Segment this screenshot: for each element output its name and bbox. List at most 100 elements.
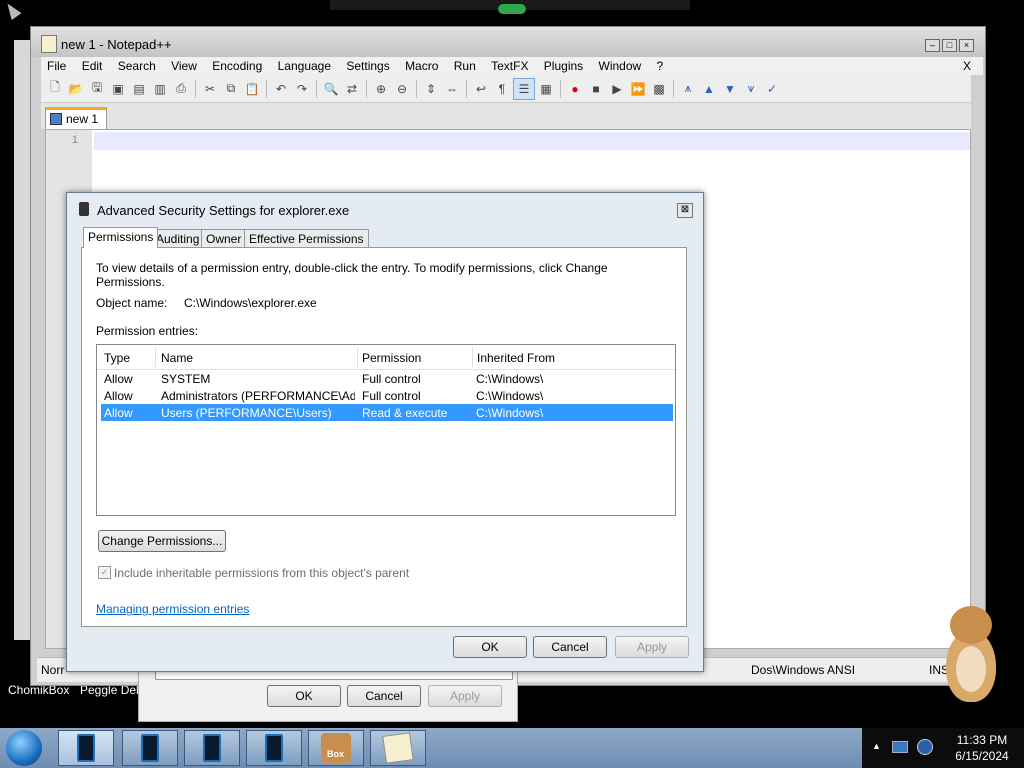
- shield-icon: [79, 202, 89, 216]
- start-button[interactable]: [6, 730, 42, 766]
- menu-file[interactable]: File: [41, 57, 72, 75]
- permission-entries-list[interactable]: Type Name Permission Inherited From Allo…: [96, 344, 676, 516]
- menu-help[interactable]: ?: [651, 57, 670, 75]
- open-file-icon[interactable]: 📂: [66, 79, 86, 99]
- tab-owner[interactable]: Owner: [201, 229, 247, 248]
- paste-icon[interactable]: 📋: [242, 79, 262, 99]
- menu-plugins[interactable]: Plugins: [538, 57, 589, 75]
- play-macro-icon[interactable]: ▶: [607, 79, 627, 99]
- line-number: 1: [71, 134, 78, 146]
- close-file-icon[interactable]: ▤: [129, 79, 149, 99]
- column-inherited-from[interactable]: Inherited From: [477, 351, 555, 365]
- menu-encoding[interactable]: Encoding: [206, 57, 268, 75]
- notepad-taskbar-icon: [382, 732, 414, 764]
- table-row-selected[interactable]: Allow Users (PERFORMANCE\Users) Read & e…: [101, 404, 673, 421]
- record-macro-icon[interactable]: ●: [565, 79, 585, 99]
- column-separator: [357, 347, 358, 367]
- column-type[interactable]: Type: [104, 351, 130, 365]
- background-ok-button[interactable]: OK: [267, 685, 341, 707]
- show-all-chars-icon[interactable]: ¶: [492, 79, 512, 99]
- menu-textfx[interactable]: TextFX: [485, 57, 534, 75]
- notepad-titlebar[interactable]: new 1 - Notepad++ – □ ×: [31, 27, 985, 57]
- mouse-cursor-icon: [2, 0, 22, 20]
- sync-vertical-icon[interactable]: ⇕: [421, 79, 441, 99]
- status-eol-encoding: Dos\Windows ANSI: [751, 663, 856, 677]
- row-permission: Full control: [362, 389, 421, 403]
- managing-permissions-link[interactable]: Managing permission entries: [96, 602, 249, 616]
- new-file-icon[interactable]: 🗋: [45, 79, 65, 99]
- ok-button[interactable]: OK: [453, 636, 527, 658]
- save-icon[interactable]: 🖫: [87, 79, 107, 99]
- cut-icon[interactable]: ✂: [200, 79, 220, 99]
- taskbar-app-3[interactable]: [184, 730, 240, 766]
- table-row[interactable]: Allow Administrators (PERFORMANCE\Adm...…: [101, 387, 673, 404]
- row-name: Users (PERFORMANCE\Users): [161, 406, 332, 420]
- maximize-button[interactable]: □: [942, 39, 957, 52]
- taskbar-notepad[interactable]: [370, 730, 426, 766]
- user-language-icon[interactable]: ▦: [536, 79, 556, 99]
- tab-effective-permissions[interactable]: Effective Permissions: [244, 229, 369, 248]
- minimize-button[interactable]: –: [925, 39, 940, 52]
- tab-new-1[interactable]: new 1: [45, 107, 107, 129]
- zoom-out-icon[interactable]: ⊖: [392, 79, 412, 99]
- menu-search[interactable]: Search: [112, 57, 162, 75]
- tray-network-icon[interactable]: [917, 739, 933, 755]
- bezel-led-icon: [498, 4, 526, 14]
- taskbar-app-1[interactable]: [58, 730, 114, 766]
- menu-run[interactable]: Run: [448, 57, 482, 75]
- tray-expand-icon[interactable]: ▲: [872, 741, 881, 751]
- background-cancel-button[interactable]: Cancel: [347, 685, 421, 707]
- tab-permissions[interactable]: Permissions: [83, 227, 159, 248]
- clock[interactable]: 11:33 PM 6/15/2024: [940, 733, 1024, 763]
- apply-button[interactable]: Apply: [615, 636, 689, 658]
- run-macro-multiple-icon[interactable]: ⏩: [628, 79, 648, 99]
- menu-macro[interactable]: Macro: [399, 57, 444, 75]
- cancel-button[interactable]: Cancel: [533, 636, 607, 658]
- down-arrow-icon[interactable]: ▼: [720, 79, 740, 99]
- menu-settings[interactable]: Settings: [340, 57, 395, 75]
- menu-language[interactable]: Language: [272, 57, 337, 75]
- expand-icon[interactable]: ⩛: [741, 79, 761, 99]
- tray-monitor-icon[interactable]: [892, 741, 908, 753]
- row-inherited: C:\Windows\: [476, 389, 544, 403]
- menu-edit[interactable]: Edit: [76, 57, 109, 75]
- column-name[interactable]: Name: [161, 351, 193, 365]
- stop-macro-icon[interactable]: ■: [586, 79, 606, 99]
- close-all-icon[interactable]: ▥: [150, 79, 170, 99]
- undo-icon[interactable]: ↶: [271, 79, 291, 99]
- phone-app-icon: [141, 734, 159, 762]
- spellcheck-icon[interactable]: ✓: [762, 79, 782, 99]
- zoom-in-icon[interactable]: ⊕: [371, 79, 391, 99]
- change-permissions-button[interactable]: Change Permissions...: [98, 530, 226, 552]
- menu-window[interactable]: Window: [593, 57, 648, 75]
- sync-horizontal-icon[interactable]: ⇔: [442, 79, 462, 99]
- taskbar-app-2[interactable]: [122, 730, 178, 766]
- include-inheritable-checkbox[interactable]: ✓: [98, 566, 111, 579]
- word-wrap-icon[interactable]: ↩: [471, 79, 491, 99]
- save-macro-icon[interactable]: ▩: [649, 79, 669, 99]
- notepad-title: new 1 - Notepad++: [61, 37, 172, 52]
- indent-guide-icon[interactable]: ☰: [513, 77, 535, 100]
- menu-view[interactable]: View: [165, 57, 203, 75]
- replace-icon[interactable]: ⇄: [342, 79, 362, 99]
- close-document-button[interactable]: X: [963, 59, 971, 73]
- copy-icon[interactable]: ⧉: [221, 79, 241, 99]
- tab-auditing[interactable]: Auditing: [151, 229, 205, 248]
- taskbar-chomikbox[interactable]: Box: [308, 730, 364, 766]
- save-all-icon[interactable]: ▣: [108, 79, 128, 99]
- collapse-icon[interactable]: ⩚: [678, 79, 698, 99]
- background-apply-button[interactable]: Apply: [428, 685, 502, 707]
- up-arrow-icon[interactable]: ▲: [699, 79, 719, 99]
- find-icon[interactable]: 🔍: [321, 79, 341, 99]
- dialog-close-button[interactable]: ⊠: [677, 203, 693, 218]
- print-icon[interactable]: ⎙: [171, 79, 191, 99]
- save-status-icon: [50, 113, 62, 125]
- taskbar-app-4[interactable]: [246, 730, 302, 766]
- column-permission[interactable]: Permission: [362, 351, 421, 365]
- close-button[interactable]: ×: [959, 39, 974, 52]
- redo-icon[interactable]: ↷: [292, 79, 312, 99]
- table-row[interactable]: Allow SYSTEM Full control C:\Windows\: [101, 370, 673, 387]
- toolbar-separator: [673, 79, 674, 98]
- tab-label: new 1: [66, 112, 99, 126]
- toolbar-separator: [366, 79, 367, 98]
